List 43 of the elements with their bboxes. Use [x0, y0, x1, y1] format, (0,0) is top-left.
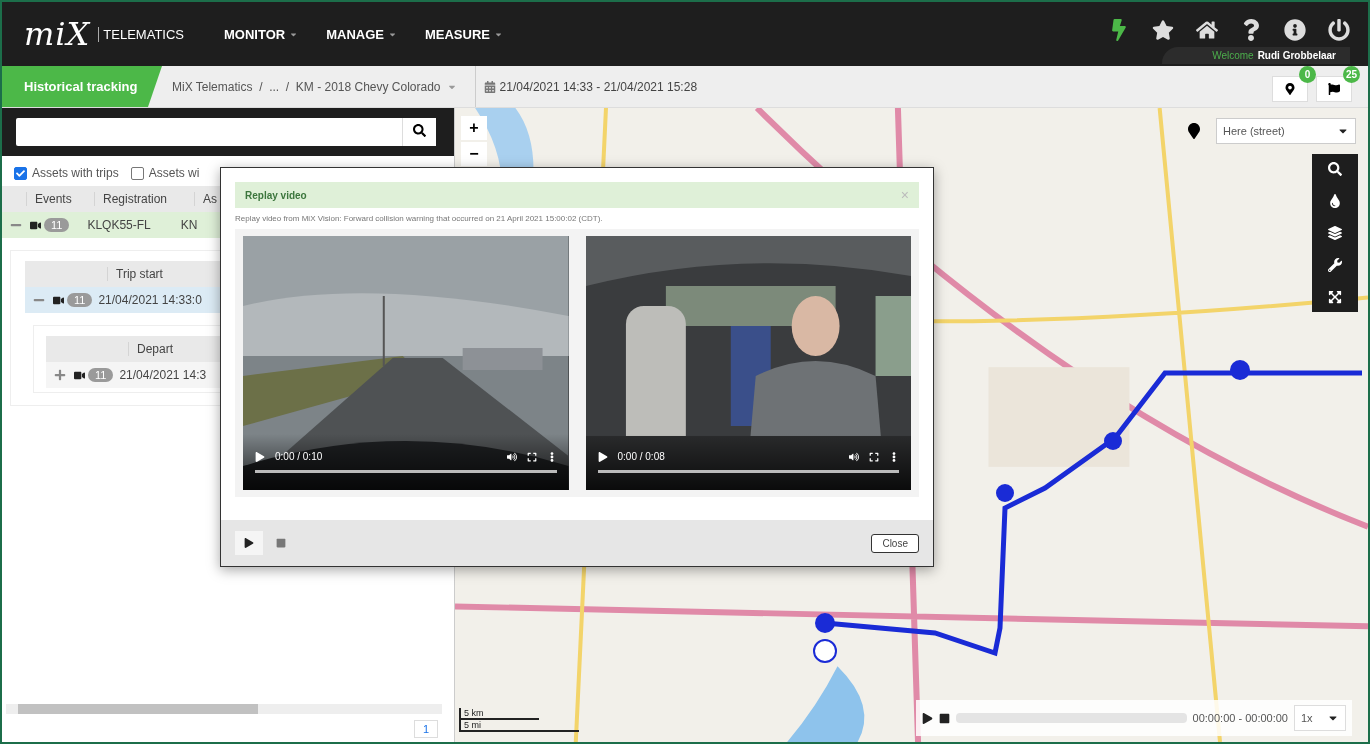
event-count: 11 [67, 293, 93, 307]
table-cell-text: 21/04/2021 14:33:0 [97, 293, 202, 307]
home-icon[interactable] [1196, 18, 1218, 41]
flag-icon [1328, 82, 1340, 95]
play-button[interactable] [235, 531, 263, 555]
pin-icon [1284, 82, 1296, 95]
play-icon[interactable] [255, 451, 265, 462]
user-name: Rudi Grobbelaar [1257, 49, 1336, 61]
table-cell-text: KLQK55-FL [86, 218, 151, 232]
search-field[interactable] [16, 118, 402, 146]
stop-icon [276, 538, 286, 548]
logo: miX [24, 15, 91, 53]
power-icon[interactable] [1328, 18, 1350, 41]
info-icon[interactable] [1284, 18, 1306, 41]
checkbox[interactable] [130, 166, 144, 180]
checkbox-label: Assets wi [148, 166, 200, 180]
checkbox[interactable] [14, 166, 27, 180]
page-button[interactable]: 1 [413, 720, 438, 738]
star-icon[interactable] [1152, 18, 1174, 41]
menu-item[interactable]: MANAGE [326, 26, 397, 42]
column-header: Registration [94, 192, 194, 206]
horizontal-scrollbar[interactable] [6, 704, 442, 714]
column-header: Events [26, 192, 94, 206]
welcome-label: Welcome [1212, 49, 1254, 61]
video-camera-icon [74, 369, 85, 381]
play-icon [244, 538, 254, 548]
menu-item[interactable]: MEASURE [424, 26, 503, 42]
table-cell-text: KN [179, 218, 198, 232]
menu-item[interactable]: MONITOR [224, 26, 299, 42]
page-title: Historical tracking [2, 66, 162, 107]
search-icon [413, 124, 426, 137]
video-time: 0:00 / 0:10 [275, 451, 324, 462]
search-button[interactable] [402, 118, 436, 146]
video-camera-icon [30, 219, 41, 231]
table-cell-text: 21/04/2021 14:3 [118, 368, 207, 382]
calendar-icon [483, 80, 496, 93]
logo-subtitle: TELEMATICS [98, 26, 185, 42]
event-count: 11 [88, 368, 114, 382]
event-count: 11 [44, 218, 70, 232]
date-range: 21/04/2021 14:33 - 21/04/2021 15:28 [499, 79, 698, 94]
checkbox-label: Assets with trips [32, 166, 119, 180]
video-camera-icon [53, 294, 64, 306]
breadcrumb[interactable]: MiX Telematics / ... / KM - 2018 Chevy Colorado [172, 79, 457, 94]
